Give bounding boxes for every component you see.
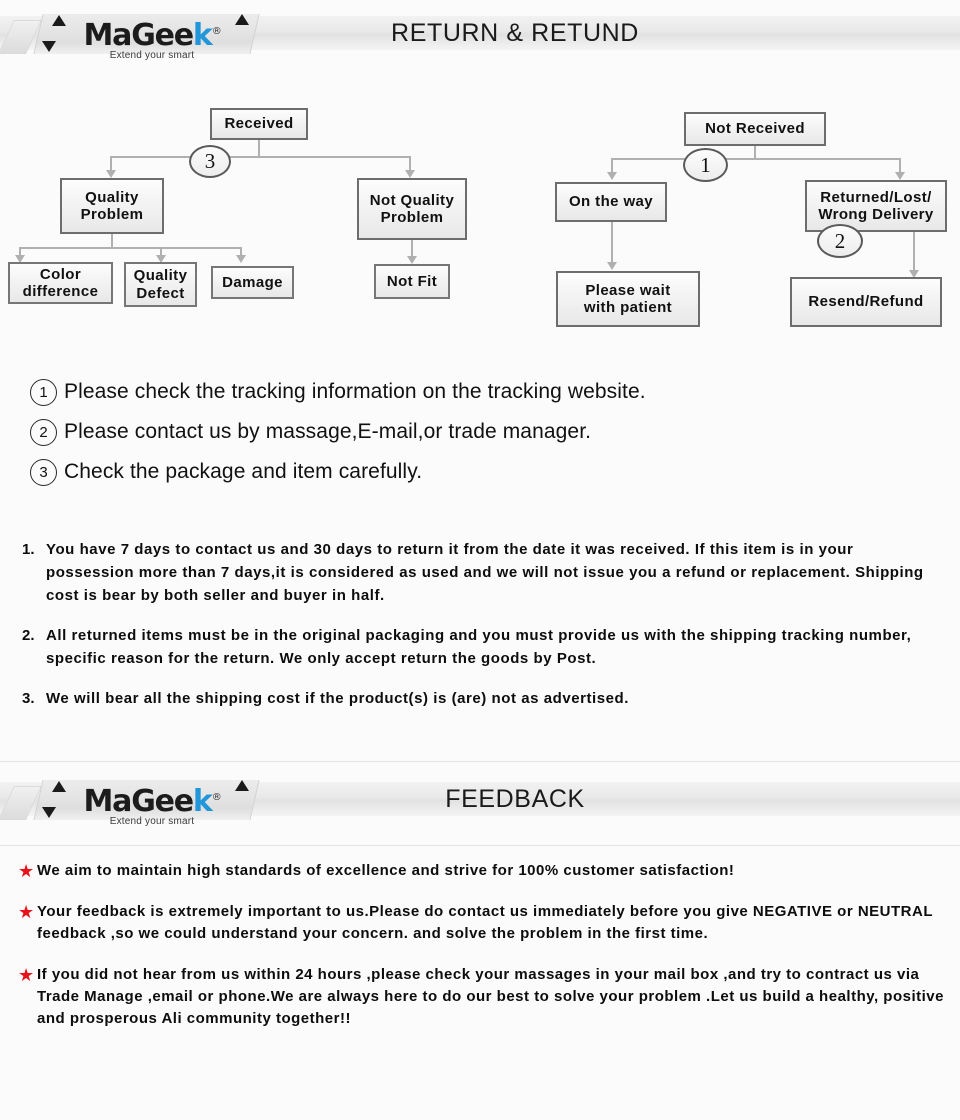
- arrow-icon: [607, 262, 617, 270]
- flow-node-on-the-way: On the way: [555, 182, 667, 222]
- note-text: Please check the tracking information on…: [64, 380, 646, 403]
- triangle-up-icon: [52, 781, 66, 792]
- note-number-badge: 1: [30, 378, 57, 406]
- flow-node-received: Received: [210, 108, 308, 140]
- feedback-item: ★ If you did not hear from us within 24 …: [18, 964, 948, 1030]
- note-text: Check the package and item carefully.: [64, 460, 423, 483]
- arrow-icon: [236, 255, 246, 263]
- flow-marker-two: 2: [817, 224, 863, 258]
- flow-marker-three: 3: [189, 145, 231, 178]
- note-item: 1 Please check the tracking information …: [30, 372, 930, 412]
- triangle-up-icon: [235, 780, 249, 791]
- note-item: 2 Please contact us by massage,E-mail,or…: [30, 412, 930, 452]
- flow-node-damage: Damage: [211, 266, 294, 299]
- arrow-icon: [106, 170, 116, 178]
- flow-node-please-wait: Please wait with patient: [556, 271, 700, 327]
- connector: [19, 247, 241, 249]
- connector: [611, 158, 901, 160]
- flow-node-returned-lost: Returned/Lost/ Wrong Delivery: [805, 180, 947, 232]
- note-text: Please contact us by massage,E-mail,or t…: [64, 420, 592, 443]
- flowchart: Received 3 Quality Problem Not Quality P…: [0, 90, 960, 355]
- star-icon: ★: [18, 965, 35, 985]
- policy-text: You have 7 days to contact us and 30 day…: [46, 541, 924, 604]
- banner-logo-tab: [33, 14, 260, 54]
- triangle-up-icon: [235, 14, 249, 25]
- flow-node-not-quality-problem: Not Quality Problem: [357, 178, 467, 240]
- flow-node-quality-defect: Quality Defect: [124, 262, 197, 307]
- flow-node-resend-refund: Resend/Refund: [790, 277, 942, 327]
- connector: [110, 156, 410, 158]
- page-title-feedback: FEEDBACK: [445, 785, 585, 813]
- feedback-text: Your feedback is extremely important to …: [37, 903, 933, 942]
- triangle-down-icon: [42, 41, 56, 52]
- star-icon: ★: [18, 902, 35, 922]
- flow-marker-one: 1: [683, 148, 728, 182]
- arrow-icon: [405, 170, 415, 178]
- feedback-text: If you did not hear from us within 24 ho…: [37, 966, 944, 1027]
- policy-number: 2.: [22, 627, 35, 644]
- banner-return: MaGeek® Extend your smart RETURN & RETUN…: [0, 8, 960, 61]
- triangle-down-icon: [42, 807, 56, 818]
- feedback-item: ★ Your feedback is extremely important t…: [18, 901, 948, 945]
- policy-text: All returned items must be in the origin…: [46, 627, 912, 667]
- note-item: 3 Check the package and item carefully.: [30, 452, 930, 492]
- page-root: MaGeek® Extend your smart RETURN & RETUN…: [0, 0, 960, 1120]
- page-title-return: RETURN & RETUND: [391, 19, 639, 47]
- section-divider: [0, 845, 960, 846]
- banner-logo-tab: [33, 780, 260, 820]
- policy-text: We will bear all the shipping cost if th…: [46, 690, 629, 707]
- note-number-badge: 3: [30, 458, 57, 486]
- notes-list: 1 Please check the tracking information …: [30, 372, 930, 492]
- arrow-icon: [607, 172, 617, 180]
- policy-item: 1. You have 7 days to contact us and 30 …: [22, 538, 942, 607]
- arrow-icon: [895, 172, 905, 180]
- policy-number: 3.: [22, 690, 35, 707]
- section-divider: [0, 761, 960, 762]
- flow-node-not-received: Not Received: [684, 112, 826, 146]
- arrow-icon: [407, 256, 417, 264]
- triangle-up-icon: [52, 15, 66, 26]
- policy-list: 1. You have 7 days to contact us and 30 …: [22, 538, 942, 727]
- policy-item: 2. All returned items must be in the ori…: [22, 624, 942, 670]
- flow-node-quality-problem: Quality Problem: [60, 178, 164, 234]
- star-icon: ★: [18, 861, 35, 881]
- policy-item: 3. We will bear all the shipping cost if…: [22, 687, 942, 710]
- policy-number: 1.: [22, 541, 35, 558]
- feedback-item: ★ We aim to maintain high standards of e…: [18, 860, 948, 882]
- banner-feedback: MaGeek® Extend your smart FEEDBACK: [0, 774, 960, 827]
- feedback-list: ★ We aim to maintain high standards of e…: [18, 860, 948, 1049]
- note-number-badge: 2: [30, 418, 57, 446]
- feedback-text: We aim to maintain high standards of exc…: [37, 862, 735, 879]
- flow-node-not-fit: Not Fit: [374, 264, 450, 299]
- flow-node-color-difference: Color difference: [8, 262, 113, 304]
